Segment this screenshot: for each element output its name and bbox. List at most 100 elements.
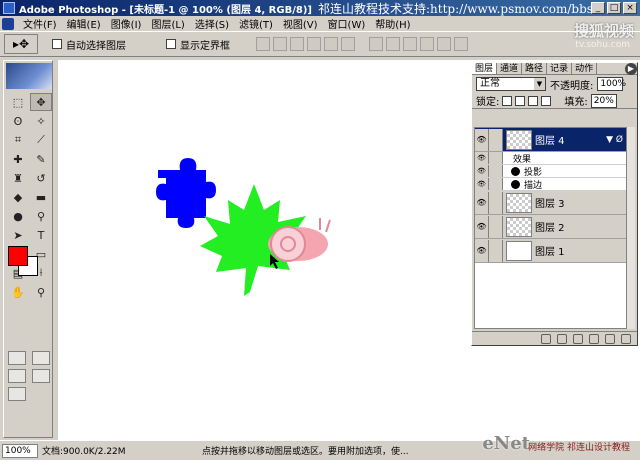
dodge-tool-icon[interactable]: ⚲ <box>30 207 52 225</box>
close-button[interactable]: × <box>623 2 637 14</box>
add-style-icon[interactable] <box>541 333 551 344</box>
marquee-tool-icon[interactable]: ⬚ <box>7 93 29 111</box>
layer-list-scrollbar[interactable] <box>626 127 635 329</box>
menu-image[interactable]: 图像(I) <box>106 16 147 31</box>
crop-tool-icon[interactable]: ⌗ <box>7 131 29 149</box>
add-mask-icon[interactable] <box>557 333 567 344</box>
align-left-icon[interactable] <box>307 37 321 51</box>
show-bounding-box-checkbox[interactable]: 显示定界框 <box>166 37 230 52</box>
lasso-tool-icon[interactable]: ʘ <box>7 112 29 130</box>
eraser-tool-icon[interactable]: ◆ <box>7 188 29 206</box>
menu-help[interactable]: 帮助(H) <box>370 16 415 31</box>
menu-select[interactable]: 选择(S) <box>190 16 234 31</box>
palette-menu-arrow-icon[interactable]: ▶ <box>625 63 637 75</box>
path-selection-tool-icon[interactable]: ➤ <box>7 226 29 244</box>
visibility-eye-icon[interactable]: 👁 <box>475 165 489 177</box>
layer-row-2[interactable]: 👁 图层 2 <box>475 215 627 239</box>
layer-effects-icon[interactable]: ▼ Ø <box>606 135 623 145</box>
visibility-eye-icon[interactable]: 👁 <box>475 178 489 190</box>
menu-window[interactable]: 窗口(W) <box>323 16 371 31</box>
zoom-tool-icon[interactable]: ⚲ <box>30 283 52 301</box>
type-tool-icon[interactable]: T <box>30 226 52 244</box>
effect-row-stroke[interactable]: 👁 描边 <box>475 178 627 191</box>
photoshop-logo-icon[interactable] <box>2 17 14 30</box>
layer-row-3[interactable]: 👁 图层 3 <box>475 191 627 215</box>
foreground-color-swatch[interactable] <box>8 246 28 266</box>
link-cell[interactable] <box>489 239 503 262</box>
distribute-left-icon[interactable] <box>420 37 434 51</box>
brush-tool-icon[interactable]: ✎ <box>30 150 52 168</box>
layer-row-4[interactable]: 👁 图层 4 ▼ Ø <box>475 128 627 152</box>
tab-channels[interactable]: 通道 <box>497 63 523 74</box>
fill-field[interactable]: 20% <box>590 93 617 108</box>
quick-mask-mode-icon[interactable] <box>32 351 50 365</box>
clone-stamp-tool-icon[interactable]: ♜ <box>7 169 29 187</box>
slice-tool-icon[interactable]: ⟋ <box>30 131 52 149</box>
distribute-right-icon[interactable] <box>454 37 468 51</box>
align-top-icon[interactable] <box>256 37 270 51</box>
screen-mode-standard-icon[interactable] <box>8 369 26 383</box>
layer-list: 👁 图层 4 ▼ Ø 👁 效果 👁 投影 👁 描边 👁 图层 3 👁 图层 2 … <box>474 127 628 329</box>
distribute-vcenter-icon[interactable] <box>386 37 400 51</box>
distribute-hcenter-icon[interactable] <box>437 37 451 51</box>
tab-layers[interactable]: 图层 <box>472 63 498 74</box>
opacity-label: 不透明度: <box>550 80 594 92</box>
align-bottom-icon[interactable] <box>290 37 304 51</box>
visibility-eye-icon[interactable]: 👁 <box>475 128 489 151</box>
maximize-button[interactable]: □ <box>607 2 621 14</box>
align-vcenter-icon[interactable] <box>273 37 287 51</box>
magic-wand-tool-icon[interactable]: ✧ <box>30 112 52 130</box>
visibility-eye-icon[interactable]: 👁 <box>475 191 489 214</box>
link-cell[interactable] <box>489 191 503 214</box>
align-hcenter-icon[interactable] <box>324 37 338 51</box>
blend-mode-select[interactable]: 正常 <box>476 77 546 91</box>
lock-transparency-icon[interactable] <box>502 95 513 106</box>
menu-edit[interactable]: 编辑(E) <box>62 16 106 31</box>
gradient-tool-icon[interactable]: ▬ <box>30 188 52 206</box>
lock-all-icon[interactable] <box>541 95 552 106</box>
blur-tool-icon[interactable]: ● <box>7 207 29 225</box>
checkbox-box[interactable] <box>166 39 176 49</box>
opacity-field[interactable]: 100% <box>597 77 626 91</box>
brush-link-icon[interactable] <box>489 128 503 151</box>
move-tool-icon[interactable]: ✥ <box>30 93 52 111</box>
visibility-eye-icon[interactable]: 👁 <box>475 152 489 164</box>
distribute-top-icon[interactable] <box>369 37 383 51</box>
tab-history[interactable]: 记录 <box>547 63 573 74</box>
menu-layer[interactable]: 图层(L) <box>146 16 189 31</box>
tab-paths[interactable]: 路径 <box>522 63 548 74</box>
tab-actions[interactable]: 动作 <box>572 63 598 74</box>
effects-group-row[interactable]: 👁 效果 <box>475 152 627 165</box>
document-size-info[interactable]: 文档:900.0K/2.22M <box>42 444 202 457</box>
auto-select-layer-checkbox[interactable]: 自动选择图层 <box>52 37 126 52</box>
menu-view[interactable]: 视图(V) <box>278 16 323 31</box>
distribute-bottom-icon[interactable] <box>403 37 417 51</box>
hand-tool-icon[interactable]: ✋ <box>7 283 29 301</box>
new-fill-layer-icon[interactable] <box>589 333 599 344</box>
align-right-icon[interactable] <box>341 37 355 51</box>
effect-icon <box>511 166 520 176</box>
layer-row-1[interactable]: 👁 图层 1 <box>475 239 627 263</box>
standard-mode-icon[interactable] <box>8 351 26 365</box>
history-brush-tool-icon[interactable]: ↺ <box>30 169 52 187</box>
link-cell[interactable] <box>489 215 503 238</box>
menu-file[interactable]: 文件(F) <box>18 16 62 31</box>
healing-brush-tool-icon[interactable]: ✚ <box>7 150 29 168</box>
minimize-button[interactable]: _ <box>591 2 605 14</box>
effect-row-drop-shadow[interactable]: 👁 投影 <box>475 165 627 178</box>
menu-filter[interactable]: 滤镜(T) <box>234 16 278 31</box>
lock-position-icon[interactable] <box>528 95 539 106</box>
visibility-eye-icon[interactable]: 👁 <box>475 239 489 262</box>
screen-mode-full-icon[interactable] <box>32 369 50 383</box>
new-layer-icon[interactable] <box>605 333 615 344</box>
tool-preset-picker[interactable]: ▸✥ <box>4 34 38 54</box>
adobe-feather-icon[interactable] <box>6 63 52 89</box>
title-bar: Adobe Photoshop - [未标题-1 @ 100% (图层 4, R… <box>0 0 640 16</box>
new-set-icon[interactable] <box>573 333 583 344</box>
checkbox-box[interactable] <box>52 39 62 49</box>
lock-image-icon[interactable] <box>515 95 526 106</box>
zoom-field[interactable]: 100% <box>2 443 38 458</box>
trash-icon[interactable] <box>621 333 631 344</box>
jump-to-imageready-icon[interactable] <box>8 387 26 401</box>
visibility-eye-icon[interactable]: 👁 <box>475 215 489 238</box>
